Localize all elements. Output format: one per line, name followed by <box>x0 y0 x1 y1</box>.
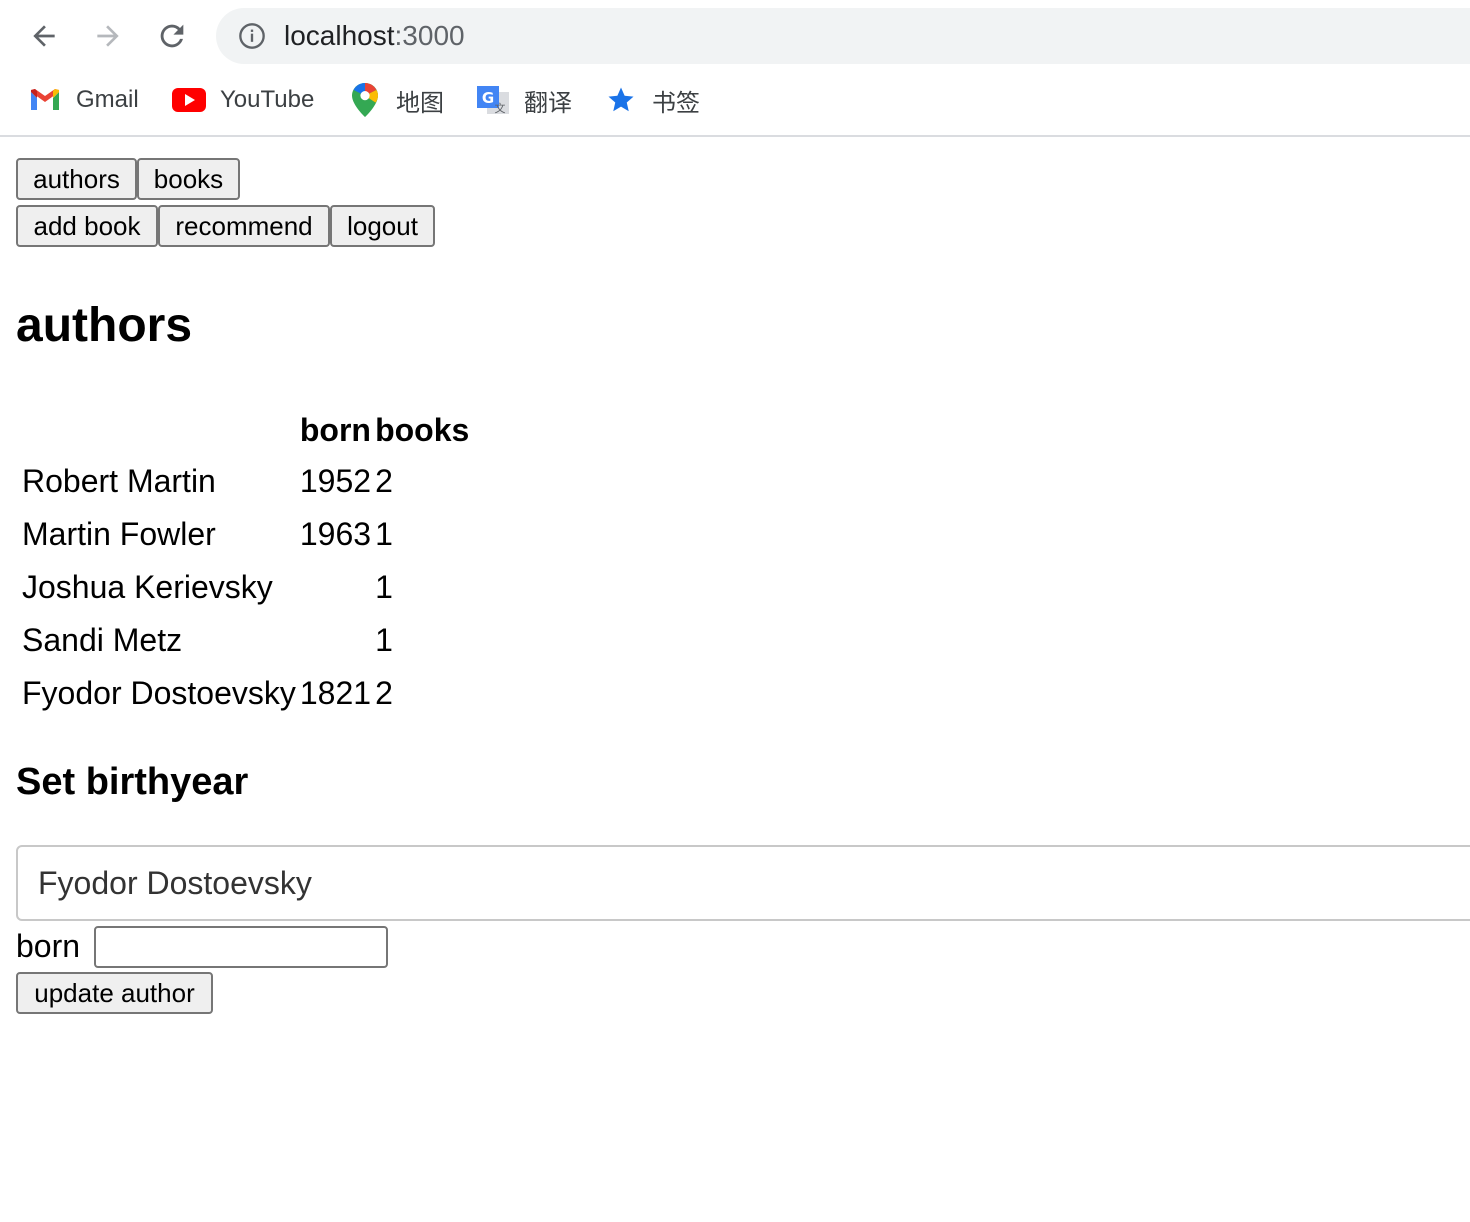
table-row: Robert Martin 1952 2 <box>22 457 469 506</box>
url-text: localhost:3000 <box>284 21 465 51</box>
author-name: Sandi Metz <box>22 622 183 658</box>
bookmarks-bar: Gmail YouTube 地图 G 文 翻译 书签 <box>0 80 1470 120</box>
bookmark-youtube[interactable]: YouTube <box>172 80 314 120</box>
bookmark-maps[interactable]: 地图 <box>348 80 444 120</box>
bookmark-label: 书签 <box>652 89 700 117</box>
author-select[interactable]: Fyodor Dostoevsky <box>16 845 1470 921</box>
url-host: localhost <box>284 20 395 51</box>
author-book-count: 1 <box>375 622 393 658</box>
reload-icon <box>160 24 184 48</box>
author-book-count: 1 <box>375 569 393 605</box>
svg-text:G: G <box>482 89 494 107</box>
reload-button[interactable] <box>152 16 192 56</box>
set-birthyear-heading: Set birthyear <box>16 761 249 803</box>
born-label: born <box>16 928 81 964</box>
table-row: Sandi Metz 1 <box>22 616 469 665</box>
youtube-icon <box>172 83 206 117</box>
address-bar[interactable]: localhost:3000 <box>216 8 1470 64</box>
table-row: Martin Fowler 1963 1 <box>22 510 469 559</box>
forward-button[interactable] <box>88 16 128 56</box>
logout-nav-button[interactable]: logout <box>330 205 435 247</box>
author-born: 1963 <box>299 516 372 552</box>
name-column-header <box>22 408 296 453</box>
authors-nav-button[interactable]: authors <box>16 158 137 200</box>
gmail-icon <box>28 83 62 117</box>
star-icon <box>604 83 638 117</box>
bookmark-label: 翻译 <box>524 89 572 117</box>
table-row: Fyodor Dostoevsky 1821 2 <box>22 669 469 718</box>
author-book-count: 1 <box>375 516 393 552</box>
back-button[interactable] <box>24 16 64 56</box>
back-arrow-icon <box>33 25 55 47</box>
update-author-button[interactable]: update author <box>16 972 213 1014</box>
author-name: Fyodor Dostoevsky <box>22 675 296 711</box>
maps-pin-icon <box>348 83 382 117</box>
author-born: 1952 <box>299 463 372 499</box>
author-born <box>300 616 371 665</box>
info-icon[interactable] <box>238 22 266 50</box>
author-name: Martin Fowler <box>22 516 216 552</box>
author-name: Joshua Kerievsky <box>22 569 273 605</box>
bookmark-label: 地图 <box>396 89 444 117</box>
books-column-header: books <box>375 412 470 448</box>
add-book-nav-button[interactable]: add book <box>16 205 158 247</box>
bookmark-label: YouTube <box>220 86 315 113</box>
author-born: 1821 <box>299 675 372 711</box>
born-column-header: born <box>299 412 371 448</box>
recommend-nav-button[interactable]: recommend <box>158 205 330 247</box>
forward-arrow-icon <box>97 25 119 47</box>
browser-chrome: localhost:3000 Gmail YouTube 地图 G 文 翻译 书… <box>0 0 1470 137</box>
table-row: Joshua Kerievsky 1 <box>22 563 469 612</box>
author-born <box>300 563 371 612</box>
author-book-count: 2 <box>375 463 393 499</box>
books-nav-button[interactable]: books <box>137 158 240 200</box>
authors-table: born books Robert Martin 1952 2 Martin F… <box>18 404 473 722</box>
born-input[interactable] <box>94 926 388 968</box>
author-book-count: 2 <box>375 675 393 711</box>
svg-text:文: 文 <box>495 101 506 115</box>
author-name: Robert Martin <box>22 463 216 499</box>
bookmark-translate[interactable]: G 文 翻译 <box>476 80 572 120</box>
url-port: :3000 <box>394 20 465 51</box>
bookmark-label: Gmail <box>76 86 139 113</box>
bookmark-gmail[interactable]: Gmail <box>28 80 139 120</box>
page-title: authors <box>16 299 193 352</box>
translate-icon: G 文 <box>476 83 510 117</box>
table-header-row: born books <box>22 408 469 453</box>
bookmark-bookmarks-folder[interactable]: 书签 <box>604 80 700 120</box>
